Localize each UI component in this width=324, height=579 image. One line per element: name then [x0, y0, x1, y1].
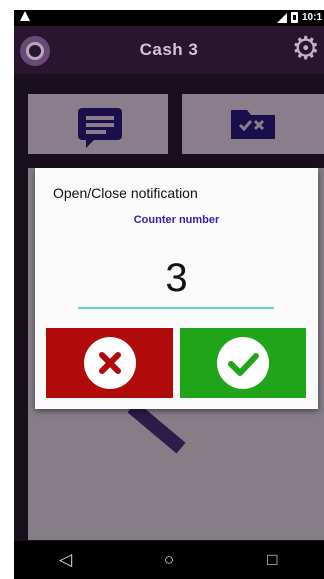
- back-triangle-icon[interactable]: ◁: [46, 550, 86, 570]
- check-icon: [217, 337, 269, 389]
- signal-icon: [276, 12, 287, 23]
- dialog-subtitle: Counter number: [133, 214, 220, 226]
- gear-icon[interactable]: ⚙: [291, 32, 320, 64]
- dialog-title: Open/Close notification: [53, 185, 198, 201]
- android-navbar: ◁ ○ □: [14, 541, 324, 579]
- counter-input-underline: [78, 307, 274, 309]
- battery-icon: [290, 12, 298, 23]
- counter-number-value[interactable]: 3: [35, 256, 318, 301]
- confirm-button[interactable]: [180, 328, 306, 398]
- status-bar: 10:1: [14, 10, 324, 26]
- status-time: 10:1: [301, 12, 322, 23]
- home-circle-icon[interactable]: ○: [149, 550, 189, 570]
- cancel-button[interactable]: [46, 328, 173, 398]
- app-header: Cash 3 ⚙: [14, 26, 324, 74]
- recents-square-icon[interactable]: □: [252, 550, 292, 570]
- messages-tile[interactable]: [28, 94, 168, 154]
- message-icon: [78, 108, 122, 148]
- folder-check-x-icon: [231, 110, 275, 139]
- folder-tile[interactable]: [182, 94, 324, 154]
- close-icon: [83, 337, 136, 389]
- page-title: Cash 3: [139, 40, 199, 59]
- status-right-cluster: 10:1: [276, 12, 322, 23]
- screen-frame: 10:1 Cash 3 ⚙ ◁ ○ □ Open/Close notificat…: [0, 0, 324, 579]
- alert-triangle-icon: [20, 11, 30, 24]
- notification-dialog: Open/Close notification Counter number 3: [35, 168, 318, 409]
